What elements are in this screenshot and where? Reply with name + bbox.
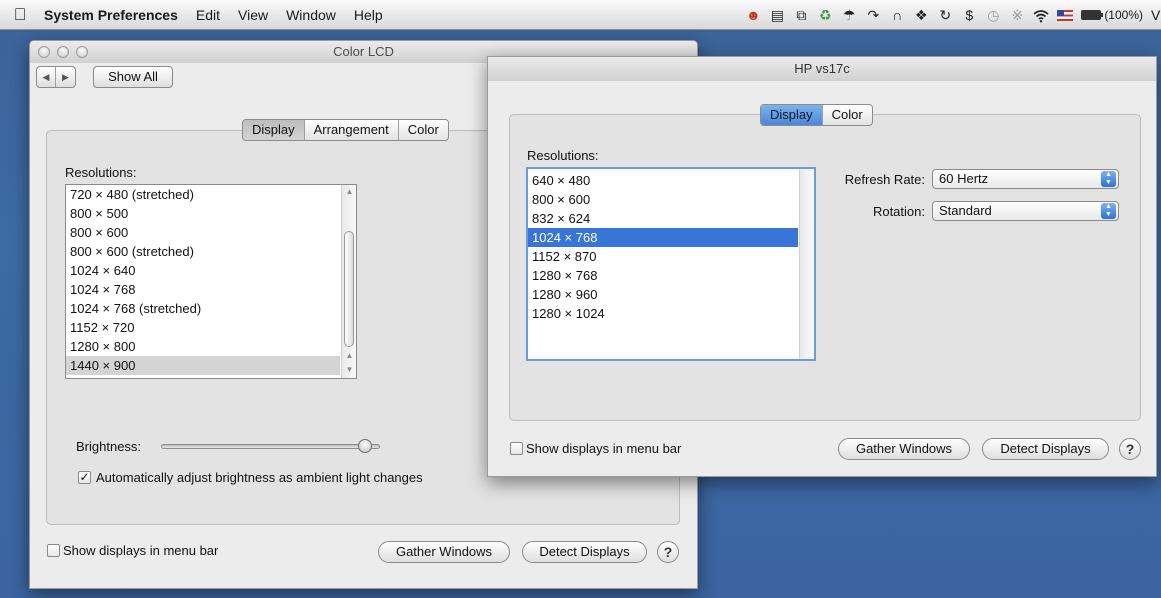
- show-in-menu-bar-label: Show displays in menu bar: [526, 441, 682, 456]
- scroll-down-arrow-icon[interactable]: ▲: [342, 351, 356, 360]
- scroll-thumb[interactable]: [344, 231, 354, 347]
- gather-windows-button[interactable]: Gather Windows: [378, 541, 510, 563]
- resolutions-label: Resolutions:: [527, 148, 599, 163]
- color-lcd-tabs: Display Arrangement Color: [242, 119, 449, 141]
- list-item[interactable]: 720 × 480 (stretched): [66, 185, 340, 204]
- zoom-button[interactable]: [76, 46, 88, 58]
- list-item[interactable]: 1152 × 720: [66, 318, 340, 337]
- battery-status[interactable]: (100%): [1081, 8, 1143, 22]
- list-item[interactable]: 1280 × 800: [66, 337, 340, 356]
- tab-arrangement[interactable]: Arrangement: [305, 120, 399, 140]
- battery-icon: [1081, 10, 1104, 20]
- brightness-slider-knob[interactable]: [357, 439, 372, 453]
- resolutions-list[interactable]: 720 × 480 (stretched) 800 × 500 800 × 60…: [65, 184, 357, 379]
- window-controls: [38, 46, 88, 58]
- menu-edit[interactable]: Edit: [187, 0, 229, 30]
- menu-help[interactable]: Help: [345, 0, 392, 30]
- resolutions-label: Resolutions:: [65, 165, 137, 180]
- flag-icon[interactable]: [1057, 9, 1074, 21]
- user-icon[interactable]: ☻: [745, 0, 761, 30]
- tab-display[interactable]: Display: [761, 105, 823, 125]
- refresh-rate-value: 60 Hertz: [939, 171, 989, 186]
- bag-icon[interactable]: ∩: [889, 0, 905, 30]
- detect-displays-button[interactable]: Detect Displays: [982, 438, 1109, 460]
- scroll-down-arrow-icon[interactable]: ▼: [342, 365, 356, 374]
- back-arrow-icon[interactable]: ◀: [37, 67, 56, 87]
- detect-displays-button[interactable]: Detect Displays: [522, 541, 647, 563]
- recycle-icon[interactable]: ♻: [817, 0, 833, 30]
- list-item[interactable]: 800 × 600 (stretched): [66, 242, 340, 261]
- umbrella-icon[interactable]: ☂: [841, 0, 857, 30]
- scroll-up-arrow-icon[interactable]: ▲: [342, 187, 356, 196]
- menu-extras: ☻ ▤ ⧉ ♻ ☂ ↷ ∩ ❖ ↻ $ ◷ ※ (100%) V: [745, 0, 1161, 30]
- show-in-menu-bar-label: Show displays in menu bar: [63, 543, 219, 558]
- refresh-icon[interactable]: ↻: [937, 0, 953, 30]
- auto-brightness-label: Automatically adjust brightness as ambie…: [96, 470, 423, 485]
- list-item[interactable]: 640 × 480: [528, 171, 798, 190]
- time-machine-sync-icon[interactable]: ⧉: [793, 0, 809, 30]
- list-item[interactable]: 1152 × 870: [528, 247, 798, 266]
- list-item-selected[interactable]: 1440 × 900: [66, 356, 340, 375]
- hp-display-window: HP vs17c Display Color Resolutions: 640 …: [487, 56, 1157, 477]
- tab-display[interactable]: Display: [243, 120, 305, 140]
- brightness-slider-track[interactable]: [161, 444, 380, 449]
- menu-bar:  System Preferences Edit View Window He…: [0, 0, 1161, 30]
- script-icon[interactable]: ▤: [769, 0, 785, 30]
- list-item[interactable]: 1280 × 768: [528, 266, 798, 285]
- close-button[interactable]: [38, 46, 50, 58]
- list-item[interactable]: 1280 × 1024: [528, 304, 798, 323]
- brightness-label: Brightness:: [76, 439, 142, 454]
- list-item[interactable]: 800 × 500: [66, 204, 340, 223]
- hp-resolutions-rows: 640 × 480 800 × 600 832 × 624 1024 × 768…: [528, 171, 798, 323]
- battery-percent: (100%): [1104, 8, 1143, 22]
- list-item[interactable]: 1024 × 768: [66, 280, 340, 299]
- show-all-button[interactable]: Show All: [93, 66, 173, 88]
- hp-tabs: Display Color: [760, 104, 873, 126]
- evernote-icon[interactable]: ❖: [913, 0, 929, 30]
- popup-arrows-icon: ▲ ▼: [1101, 171, 1116, 187]
- hp-resolutions-scrollbar[interactable]: [799, 169, 814, 359]
- list-item[interactable]: 1024 × 768 (stretched): [66, 299, 340, 318]
- bluetooth-icon[interactable]: ※: [1009, 0, 1025, 30]
- list-item-selected[interactable]: 1024 × 768: [528, 228, 798, 247]
- rotation-popup[interactable]: Standard ▲ ▼: [932, 201, 1119, 221]
- help-button[interactable]: ?: [1119, 438, 1141, 460]
- refresh-rate-popup[interactable]: 60 Hertz ▲ ▼: [932, 169, 1119, 189]
- list-item[interactable]: 1280 × 960: [528, 285, 798, 304]
- resolutions-rows: 720 × 480 (stretched) 800 × 500 800 × 60…: [66, 185, 340, 375]
- help-button[interactable]: ?: [657, 541, 679, 563]
- dollar-icon[interactable]: $: [961, 0, 977, 30]
- rotation-value: Standard: [939, 203, 992, 218]
- apple-menu-icon[interactable]: : [0, 5, 40, 25]
- clock-icon[interactable]: ◷: [985, 0, 1001, 30]
- list-item[interactable]: 800 × 600: [528, 190, 798, 209]
- auto-brightness-checkbox[interactable]: ✓: [78, 471, 91, 484]
- menu-view[interactable]: View: [229, 0, 277, 30]
- tab-color[interactable]: Color: [823, 105, 872, 125]
- gather-windows-button[interactable]: Gather Windows: [838, 438, 970, 460]
- resolutions-scrollbar[interactable]: ▲ ▲ ▼: [341, 185, 356, 378]
- nav-back-forward: ◀ ▶: [36, 66, 76, 88]
- wifi-icon[interactable]: [1033, 0, 1049, 30]
- list-item[interactable]: 800 × 600: [66, 223, 340, 242]
- show-in-menu-bar-checkbox[interactable]: [47, 544, 60, 557]
- show-in-menu-bar-checkbox[interactable]: [510, 442, 523, 455]
- window-title: HP vs17c: [794, 61, 850, 76]
- tab-color[interactable]: Color: [399, 120, 448, 140]
- user-menu[interactable]: V: [1151, 7, 1161, 23]
- popup-arrows-icon: ▲ ▼: [1101, 203, 1116, 219]
- window-title: Color LCD: [333, 44, 394, 59]
- sync-arrow-icon[interactable]: ↷: [865, 0, 881, 30]
- list-item[interactable]: 1024 × 640: [66, 261, 340, 280]
- forward-arrow-icon[interactable]: ▶: [56, 67, 75, 87]
- hp-titlebar[interactable]: HP vs17c: [488, 57, 1156, 81]
- minimize-button[interactable]: [57, 46, 69, 58]
- menu-app-name[interactable]: System Preferences: [40, 0, 187, 30]
- refresh-rate-label: Refresh Rate:: [844, 172, 925, 187]
- menu-window[interactable]: Window: [277, 0, 345, 30]
- rotation-label: Rotation:: [872, 204, 925, 219]
- hp-resolutions-list[interactable]: 640 × 480 800 × 600 832 × 624 1024 × 768…: [526, 167, 816, 361]
- list-item[interactable]: 832 × 624: [528, 209, 798, 228]
